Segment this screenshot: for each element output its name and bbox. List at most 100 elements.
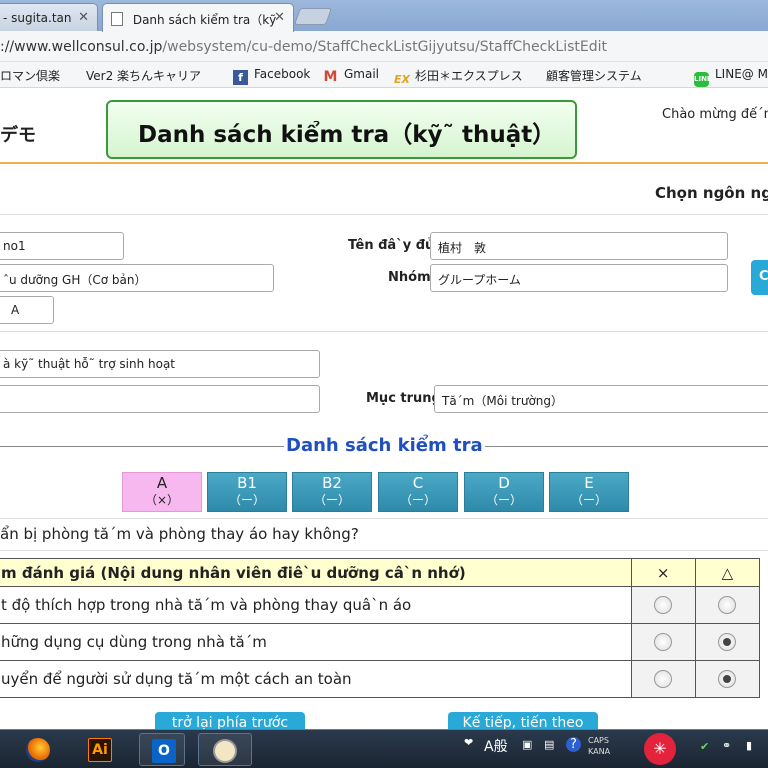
level-name: E xyxy=(584,474,594,492)
illustrator-icon[interactable]: Ai xyxy=(76,733,122,766)
network-icon[interactable]: ⚭ xyxy=(722,739,731,752)
level-mark: （×） xyxy=(144,493,180,507)
tab-label: Danh sách kiểm tra（kỹ xyxy=(132,13,277,27)
bookmark-item[interactable]: Ver2 楽ちんキャリア xyxy=(86,67,202,171)
ime-dictionary-icon[interactable]: ▣ xyxy=(522,738,532,751)
level-tab-a[interactable]: A （×） xyxy=(122,472,202,512)
question-text: ẩn bị phòng tă´m và phòng thay áo hay kh… xyxy=(0,518,768,551)
sync-icon[interactable]: ✔ xyxy=(700,740,709,753)
ime-mode: 般 xyxy=(493,739,508,755)
radio-cell-x[interactable] xyxy=(630,586,696,624)
facebook-icon: f xyxy=(233,70,248,85)
course-field[interactable]: ˆu dưỡng GH（Cơ bản） xyxy=(0,264,274,292)
outlook-icon[interactable]: O xyxy=(139,733,185,766)
clock-app-icon[interactable] xyxy=(198,733,252,766)
tab-label: - sugita.tan xyxy=(3,11,72,25)
column-header-criteria: m đánh giá (Nội dung nhân viên điê`u dưỡ… xyxy=(0,558,632,587)
address-bar[interactable]: ://www.wellconsul.co.jp/websystem/cu-dem… xyxy=(0,31,768,62)
level-mark: （ー） xyxy=(570,493,607,507)
help-icon[interactable]: ? xyxy=(566,737,581,752)
search-button[interactable]: C xyxy=(751,260,768,295)
battery-icon[interactable]: ▮ xyxy=(746,739,752,752)
close-icon[interactable]: ✕ xyxy=(78,10,89,25)
radio-cell-triangle[interactable] xyxy=(694,660,761,698)
level-name: B2 xyxy=(322,474,342,492)
category-field[interactable]: à kỹ˜ thuật hỗ˜ trợ sinh hoạt xyxy=(0,350,320,378)
group-label: Nhóm xyxy=(388,270,431,285)
level-mark: （ー） xyxy=(399,493,436,507)
level-tab-c[interactable]: C （ー） xyxy=(378,472,458,512)
bookmark-label: 顧客管理システム xyxy=(546,69,642,83)
new-tab-button[interactable] xyxy=(293,8,333,25)
demo-label: デモ xyxy=(0,125,36,146)
focus-label: Mục trung xyxy=(366,391,441,406)
radio-triangle[interactable] xyxy=(718,633,737,652)
ex-icon: EX xyxy=(394,73,410,86)
back-button[interactable]: trở lại phía trước xyxy=(155,712,305,729)
bookmark-label: Gmail xyxy=(344,67,380,81)
level-tab-b2[interactable]: B2 （ー） xyxy=(292,472,372,512)
bookmark-item[interactable]: 顧客管理システム xyxy=(546,67,642,171)
bookmark-label: Ver2 楽ちんキャリア xyxy=(86,69,202,83)
bookmark-item[interactable]: M Gmail xyxy=(323,67,379,85)
level-field[interactable]: A xyxy=(0,296,54,324)
line-icon: LINE xyxy=(694,72,712,87)
row-text: uyển để người sử dụng tă´m một cách an t… xyxy=(0,660,632,698)
group-field[interactable]: グループホーム xyxy=(430,264,728,292)
level-name: B1 xyxy=(237,474,257,492)
level-tab-b1[interactable]: B1 （ー） xyxy=(207,472,287,512)
level-name: C xyxy=(412,474,424,492)
full-name-field[interactable]: 植村 敦 xyxy=(430,232,728,260)
radio-cell-triangle[interactable] xyxy=(694,623,761,661)
tab-checklist[interactable]: Danh sách kiểm tra（kỹ ✕ xyxy=(102,3,294,32)
bookmark-label: 杉田＊エクスプレス xyxy=(415,69,523,83)
radio-x[interactable] xyxy=(654,633,673,652)
bookmark-label: LINE@ M xyxy=(715,67,768,81)
table-header-row: m đánh giá (Nội dung nhân viên điê`u dưỡ… xyxy=(0,558,761,587)
bookmark-item[interactable]: f Facebook xyxy=(233,67,310,85)
language-selector[interactable]: Chọn ngôn ngữ xyxy=(655,184,768,202)
radio-cell-x[interactable] xyxy=(630,660,696,698)
close-icon[interactable]: ✕ xyxy=(274,10,285,25)
level-name: D xyxy=(498,474,510,492)
firefox-logo xyxy=(26,738,50,762)
column-header-x: × xyxy=(630,558,696,587)
radio-x[interactable] xyxy=(654,596,673,615)
staff-no-field[interactable]: no1 xyxy=(0,232,124,260)
level-tab-e[interactable]: E （ー） xyxy=(549,472,629,512)
level-mark: （ー） xyxy=(313,493,350,507)
ai-logo: Ai xyxy=(88,738,112,762)
evaluation-table: m đánh giá (Nội dung nhân viên điê`u dưỡ… xyxy=(0,558,761,698)
section-title: Danh sách kiểm tra xyxy=(284,435,485,456)
url-text[interactable]: ://www.wellconsul.co.jp/websystem/cu-dem… xyxy=(0,39,607,55)
url-host: ://www.wellconsul.co.jp xyxy=(0,39,163,55)
sub-category-field[interactable] xyxy=(0,385,320,413)
taskbar: Ai O ❤ A般 ▣ ▤ ? CAPS KANA ✳ ✔ ⚭ ▮ xyxy=(0,729,768,768)
focus-field[interactable]: Tă´m（Môi trường） xyxy=(434,385,768,413)
bookmark-item[interactable]: EX 杉田＊エクスプレス xyxy=(394,67,523,87)
ime-tools-icon[interactable]: ▤ xyxy=(544,738,554,751)
url-path: /websystem/cu-demo/StaffCheckListGijyuts… xyxy=(162,39,607,55)
table-row: uyển để người sử dụng tă´m một cách an t… xyxy=(0,660,761,698)
welcome-text: Chào mừng đế´n xyxy=(662,107,768,122)
level-tab-d[interactable]: D （ー） xyxy=(464,472,544,512)
app-tray-icon[interactable]: ✳ xyxy=(644,733,676,765)
firefox-icon[interactable] xyxy=(14,733,60,766)
screen: - sugita.tan ✕ Danh sách kiểm tra（kỹ ✕ :… xyxy=(0,0,768,768)
divider xyxy=(0,331,768,332)
notification-icon[interactable]: ❤ xyxy=(464,736,473,749)
radio-cell-x[interactable] xyxy=(630,623,696,661)
bookmark-item[interactable]: LINE LINE@ M xyxy=(694,67,768,87)
column-header-triangle: △ xyxy=(694,558,761,587)
radio-triangle[interactable] xyxy=(718,596,737,615)
radio-triangle[interactable] xyxy=(718,670,737,689)
radio-x[interactable] xyxy=(654,670,673,689)
radio-cell-triangle[interactable] xyxy=(694,586,761,624)
ime-a: A xyxy=(484,739,494,755)
tab-sugita[interactable]: - sugita.tan ✕ xyxy=(0,3,98,31)
web-page: デモ Danh sách kiểm tra（kỹ˜ thuật） Chào mừ… xyxy=(0,89,768,729)
next-button[interactable]: Kế tiếp, tiến theo xyxy=(448,712,598,729)
bookmark-item[interactable]: ロマン倶楽 xyxy=(0,67,60,84)
table-row: t độ thích hợp trong nhà tă´m và phòng t… xyxy=(0,586,761,624)
ime-indicator[interactable]: A般 xyxy=(484,736,508,756)
